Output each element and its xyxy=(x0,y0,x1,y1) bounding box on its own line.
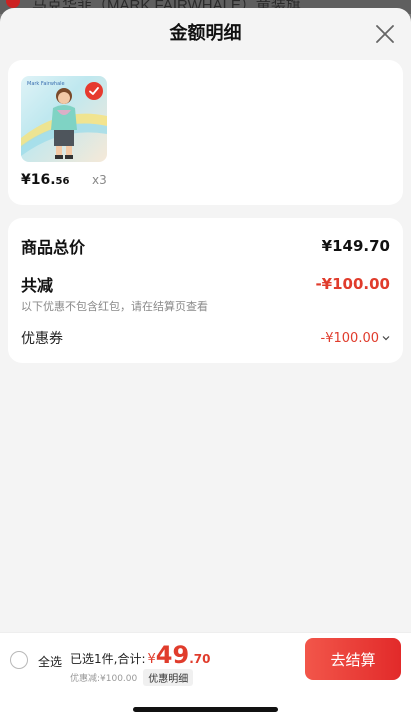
product-thumbnail[interactable]: Mark Fairwhale xyxy=(21,76,107,162)
product-quantity: x3 xyxy=(92,173,107,187)
coupon-label: 优惠券 xyxy=(21,331,63,347)
amount-detail-sheet: 金额明细 Mark Fairwhale ¥16.56 x3 商品总价 ¥149.… xyxy=(0,8,411,720)
discount-note: 以下优惠不包含红包，请在结算页查看 xyxy=(21,300,208,313)
discount-summary-line: 优惠减:¥100.00 优惠明细 xyxy=(70,669,194,686)
image-brand-text: Mark Fairwhale xyxy=(27,81,65,87)
select-all-label[interactable]: 全选 xyxy=(38,653,62,670)
total-currency: ¥ xyxy=(147,652,156,667)
sheet-header: 金额明细 xyxy=(0,8,411,60)
coupon-value: -¥100.00 xyxy=(320,330,379,346)
chevron-down-icon xyxy=(382,336,390,341)
checkout-bar: 全选 已选1件,合计: ¥ 49 .70 优惠减:¥100.00 优惠明细 去结… xyxy=(0,632,411,688)
summary-card: 商品总价 ¥149.70 共减 -¥100.00 以下优惠不包含红包，请在结算页… xyxy=(8,218,403,363)
total-decimal: .70 xyxy=(189,652,211,666)
home-indicator[interactable] xyxy=(133,707,278,712)
product-price-main: ¥16. xyxy=(21,172,56,188)
coupon-row[interactable]: 优惠券 -¥100.00 xyxy=(21,328,390,348)
total-price-row: 商品总价 ¥149.70 xyxy=(21,234,390,258)
selected-count-text: 已选1件,合计: xyxy=(70,652,146,666)
discount-value: -¥100.00 xyxy=(315,275,390,293)
discount-detail-button[interactable]: 优惠明细 xyxy=(143,669,194,686)
total-price-value: ¥149.70 xyxy=(321,237,390,255)
checkout-button[interactable]: 去结算 xyxy=(305,638,401,680)
discount-row: 共减 -¥100.00 xyxy=(21,272,390,296)
product-card: Mark Fairwhale ¥16.56 x3 xyxy=(8,60,403,205)
product-price: ¥16.56 xyxy=(21,172,69,188)
selected-total: 已选1件,合计: ¥ 49 .70 xyxy=(70,641,210,669)
discount-summary-text: 优惠减:¥100.00 xyxy=(70,674,138,684)
coupon-value-wrap: -¥100.00 xyxy=(321,331,390,346)
total-price-label: 商品总价 xyxy=(21,238,86,257)
select-all-radio[interactable] xyxy=(10,651,28,669)
sheet-title: 金额明细 xyxy=(169,23,242,44)
discount-label: 共减 xyxy=(21,276,54,295)
home-indicator-area xyxy=(0,688,411,720)
selected-check-icon xyxy=(85,82,103,100)
total-integer: 49 xyxy=(155,641,190,669)
product-price-cents: 56 xyxy=(55,176,70,187)
close-icon[interactable] xyxy=(373,22,397,46)
background-check-icon xyxy=(6,0,20,8)
